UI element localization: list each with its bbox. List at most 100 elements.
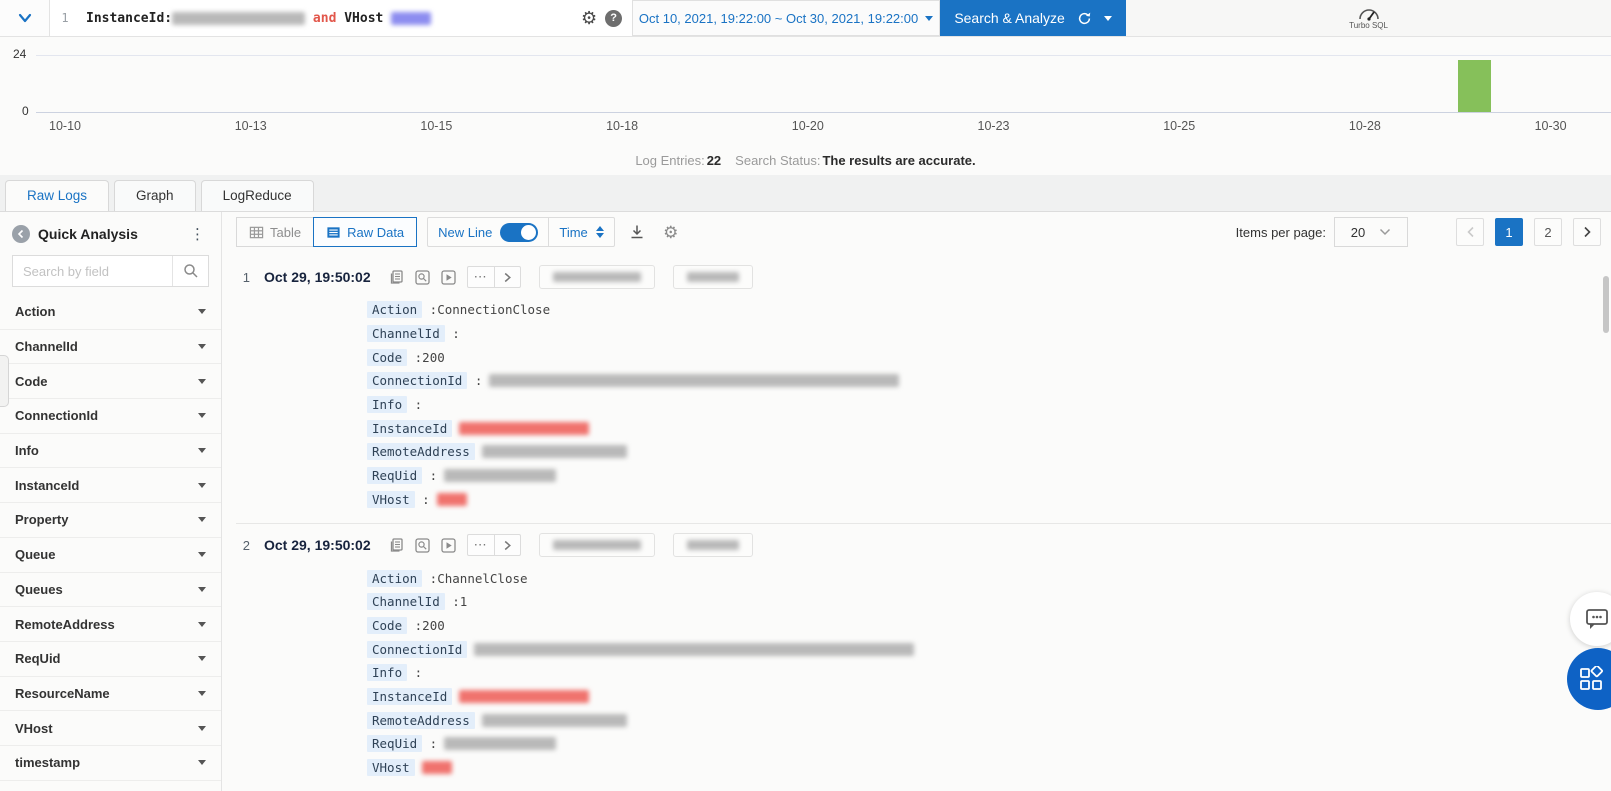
download-button[interactable] — [625, 220, 649, 244]
time-sort-button[interactable]: Time — [549, 218, 613, 246]
copy-log-button[interactable] — [387, 267, 407, 287]
entry-tag-chip[interactable] — [672, 533, 753, 558]
kebab-menu-icon[interactable]: ⋮ — [186, 225, 209, 243]
tab-logreduce[interactable]: LogReduce — [200, 180, 314, 211]
query-settings-gear-icon[interactable]: ⚙ — [581, 9, 597, 27]
field-search-input[interactable] — [13, 256, 172, 286]
field-value: ChannelClose — [437, 570, 528, 586]
dropdown-triangle-icon — [198, 656, 206, 662]
sidebar-field-connectionid[interactable]: ConnectionId — [0, 399, 221, 434]
time-range-picker[interactable]: Oct 10, 2021, 19:22:00 ~ Oct 30, 2021, 1… — [632, 0, 941, 36]
expand-entry-button[interactable] — [495, 267, 520, 287]
query-input[interactable]: InstanceId: and VHost — [80, 0, 571, 36]
copy-log-button[interactable] — [387, 535, 407, 555]
tab-graph[interactable]: Graph — [114, 180, 196, 211]
sidebar-field-timestamp[interactable]: timestamp — [0, 746, 221, 781]
sidebar-field-code[interactable]: Code — [0, 364, 221, 400]
expand-chevron-icon — [504, 272, 511, 282]
sidebar-field-resourcename[interactable]: ResourceName — [0, 677, 221, 712]
field-key[interactable]: InstanceId — [367, 419, 453, 437]
copy-log-icon — [390, 538, 403, 552]
histogram-bar[interactable] — [1458, 60, 1491, 112]
redacted-value — [436, 492, 467, 506]
table-view-label: Table — [270, 224, 302, 240]
livetail-button[interactable] — [439, 535, 459, 555]
x-axis-tick: 10-10 — [49, 119, 81, 133]
sidebar-field-queues[interactable]: Queues — [0, 573, 221, 608]
expand-entry-button[interactable] — [495, 535, 520, 555]
sidebar-field-channelid[interactable]: ChannelId — [0, 330, 221, 365]
quick-analysis-title: Quick Analysis — [38, 226, 138, 242]
sidebar-field-queue[interactable]: Queue — [0, 538, 221, 573]
sidebar-field-vhost[interactable]: VHost — [0, 711, 221, 746]
tab-raw-logs[interactable]: Raw Logs — [5, 180, 110, 211]
field-key[interactable]: Action — [367, 569, 423, 587]
turbo-sql-badge[interactable]: Turbo SQL — [1126, 0, 1611, 36]
field-key[interactable]: Code — [367, 616, 408, 634]
log-field-row: Action : ChannelClose — [367, 566, 1611, 590]
field-key[interactable]: Code — [367, 348, 408, 366]
log-field-row: RemoteAddress — [367, 440, 1611, 464]
sidebar-field-info[interactable]: Info — [0, 434, 221, 469]
field-key[interactable]: ChannelId — [367, 325, 445, 343]
field-label: InstanceId — [15, 477, 80, 493]
sidebar-field-instanceid[interactable]: InstanceId — [0, 468, 221, 504]
field-key[interactable]: ConnectionId — [367, 372, 468, 390]
next-page-button[interactable] — [1573, 218, 1601, 246]
log-settings-button[interactable]: ⚙ — [659, 220, 683, 244]
field-key[interactable]: VHost — [367, 490, 415, 508]
log-histogram[interactable]: 24 0 10-10 10-13 10-15 10-18 10-20 10-23 10-25… — [0, 37, 1611, 145]
prev-page-button[interactable] — [1456, 218, 1484, 246]
query-collapse-button[interactable] — [0, 0, 50, 36]
side-drawer-handle[interactable] — [0, 355, 9, 407]
field-key[interactable]: ConnectionId — [367, 640, 468, 658]
table-view-button[interactable]: Table — [236, 217, 315, 247]
x-axis-tick: 10-18 — [606, 119, 639, 133]
field-label: Queues — [15, 581, 63, 597]
sidebar-field-requid[interactable]: ReqUid — [0, 642, 221, 677]
search-status-bar: Log Entries: 22 Search Status: The results… — [0, 145, 1611, 175]
dropdown-triangle-icon — [198, 552, 206, 558]
collapse-panel-button[interactable] — [12, 225, 30, 243]
speech-bubble-icon — [1586, 609, 1608, 629]
search-analyze-button[interactable]: Search & Analyze — [940, 0, 1127, 36]
more-actions-button[interactable]: ⋯ — [468, 267, 495, 287]
field-key[interactable]: Info — [367, 396, 408, 414]
redacted-value — [459, 421, 590, 435]
context-view-button[interactable] — [413, 535, 433, 555]
field-key[interactable]: RemoteAddress — [367, 443, 475, 461]
page-1-button[interactable]: 1 — [1495, 218, 1523, 246]
sidebar-field-property[interactable]: Property — [0, 503, 221, 538]
sidebar-field-action[interactable]: Action — [0, 295, 221, 330]
vertical-scrollbar[interactable] — [1603, 276, 1609, 333]
field-key[interactable]: ReqUid — [367, 467, 423, 485]
field-key[interactable]: Info — [367, 664, 408, 682]
field-search-button[interactable] — [172, 256, 208, 286]
field-key[interactable]: ChannelId — [367, 593, 445, 611]
entry-tag-chip[interactable] — [538, 533, 655, 558]
field-separator: : — [407, 665, 423, 681]
sidebar-field-remoteaddress[interactable]: RemoteAddress — [0, 607, 221, 642]
page-2-button[interactable]: 2 — [1534, 218, 1562, 246]
context-view-button[interactable] — [413, 267, 433, 287]
raw-data-view-button[interactable]: Raw Data — [313, 217, 418, 247]
field-key[interactable]: ReqUid — [367, 735, 423, 753]
more-actions-button[interactable]: ⋯ — [468, 535, 495, 556]
dropdown-triangle-icon — [198, 690, 206, 696]
log-field-row: ReqUid : — [367, 732, 1611, 756]
entry-timestamp: Oct 29, 19:50:02 — [264, 537, 371, 554]
redacted-value — [421, 761, 452, 775]
entry-tag-chip[interactable] — [538, 265, 655, 289]
items-per-page-select[interactable]: 20 — [1334, 217, 1408, 247]
items-per-page-label: Items per page: — [1235, 224, 1326, 240]
entry-tag-chip[interactable] — [672, 265, 753, 289]
field-key[interactable]: RemoteAddress — [367, 711, 475, 729]
field-separator: : — [467, 373, 483, 389]
livetail-button[interactable] — [439, 267, 459, 287]
redacted-value — [686, 540, 739, 551]
new-line-toggle[interactable] — [500, 222, 539, 242]
field-key[interactable]: VHost — [367, 759, 415, 777]
help-icon[interactable]: ? — [605, 9, 623, 27]
field-key[interactable]: InstanceId — [367, 687, 453, 705]
field-key[interactable]: Action — [367, 301, 423, 319]
